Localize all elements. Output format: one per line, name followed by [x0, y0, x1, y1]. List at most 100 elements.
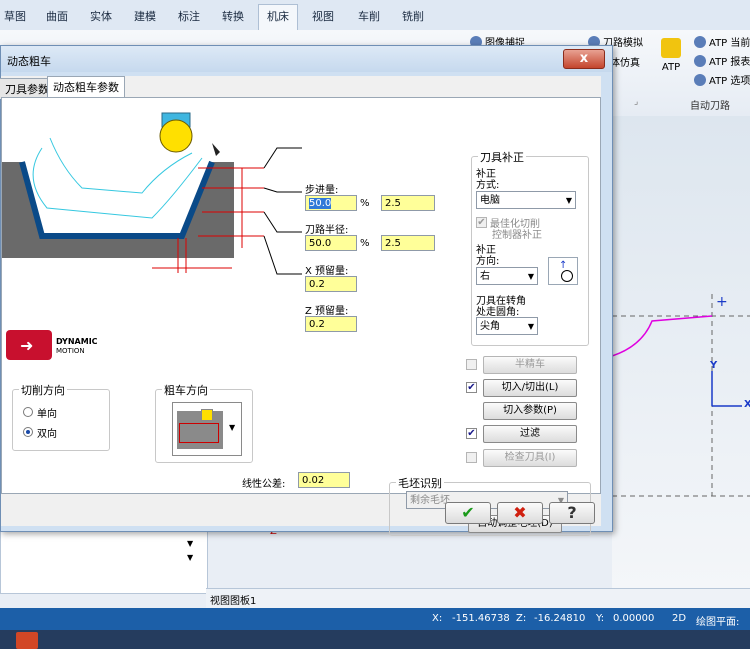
dynamic-rough-dialog: 动态粗车 x 刀具参数 动态粗车参数 步进量: 50.0 % 2.5 刀路半径:… [0, 45, 613, 536]
x-stock-label: X 预留量: [305, 266, 349, 277]
leader-z [263, 235, 302, 275]
optimize-label-2: 控制器补正 [492, 230, 542, 241]
one-way-radio[interactable] [23, 407, 33, 417]
cancel-button[interactable]: ✖ [497, 502, 543, 524]
comp-type-label-2: 方式: [476, 180, 500, 191]
semi-finish-button[interactable]: 半精车 [483, 356, 577, 374]
rough-direction-group: 粗车方向 ▼ [155, 382, 253, 463]
z-stock-input[interactable]: 0.2 [305, 316, 357, 332]
finish-profile [19, 160, 215, 239]
step-mm-input[interactable]: 2.5 [381, 195, 435, 211]
viewsheet-bar: 视图图板1 [206, 588, 750, 609]
check-tool-checkbox[interactable] [466, 452, 477, 463]
dialog-title: 动态粗车 [7, 55, 51, 68]
tab-solid[interactable]: 实体 [90, 8, 112, 24]
part-profile-line [611, 315, 713, 357]
lead-in-out-button[interactable]: 切入/切出(L) [483, 379, 577, 397]
optimize-checkbox[interactable]: ✔ [476, 217, 487, 228]
atp-button[interactable]: ATP [656, 34, 686, 82]
dialog-close-button[interactable]: x [563, 49, 605, 69]
path-radius-mm-input[interactable]: 2.5 [381, 235, 435, 251]
filter-button[interactable]: 过滤 [483, 425, 577, 443]
tab-transform[interactable]: 转换 [222, 8, 244, 24]
atp-options-icon [694, 74, 706, 86]
two-way-radio[interactable] [23, 427, 33, 437]
tab-machine[interactable]: 机床 [258, 4, 298, 32]
filter-checkbox[interactable]: ✔ [466, 428, 477, 439]
leader-step [263, 147, 302, 169]
check-icon: ✔ [461, 503, 475, 522]
chevron-down-icon: ▼ [527, 272, 534, 281]
y-axis-label: Y [710, 360, 718, 371]
tab-surface[interactable]: 曲面 [46, 8, 68, 24]
atp-current-button[interactable]: ATP 当前 [694, 34, 750, 49]
logo-text-motion: MOTION [56, 347, 85, 355]
one-way-label: 单向 [37, 409, 57, 420]
leader-radius [263, 187, 302, 193]
rough-direction-picker[interactable]: ▼ [172, 402, 242, 456]
chevron-down-icon: ▼ [565, 196, 572, 205]
scroll-down-icon-2[interactable]: ▼ [187, 553, 193, 562]
z-stock-label: Z 预留量: [305, 306, 349, 317]
dynamic-rough-params-panel: 步进量: 50.0 % 2.5 刀路半径: 50.0 % 2.5 X 预留量: … [1, 97, 601, 536]
toolpath-curve-1 [32, 147, 203, 219]
leader-x [263, 211, 302, 233]
rough-direction-icon [177, 409, 223, 449]
check-tool-button[interactable]: 检查刀具(I) [483, 449, 577, 467]
tab-annotate[interactable]: 标注 [178, 8, 200, 24]
plunge-params-button[interactable]: 切入参数(P) [483, 402, 577, 420]
help-button[interactable]: ? [549, 502, 595, 524]
x-stock-input[interactable]: 0.2 [305, 276, 357, 292]
comp-dir-label-2: 方向: [476, 256, 500, 267]
rough-illustration [2, 112, 302, 275]
scroll-down-icon[interactable]: ▼ [187, 539, 193, 548]
tab-model[interactable]: 建模 [134, 8, 156, 24]
logo-text-dynamic: DYNAMIC [56, 337, 98, 346]
atp-icon [661, 38, 681, 58]
atp-label: ATP [661, 62, 681, 73]
comp-dir-select[interactable]: 右 ▼ [476, 267, 538, 285]
rough-direction-title: 粗车方向 [162, 382, 210, 398]
group-launcher-icon[interactable]: ⌟ [634, 97, 638, 107]
tab-view[interactable]: 视图 [312, 8, 334, 24]
semi-finish-checkbox[interactable] [466, 359, 477, 370]
two-way-label: 双向 [37, 429, 57, 440]
tool-insert-icon [159, 119, 193, 153]
dynamic-motion-logo-icon: ➜ [6, 330, 52, 360]
taskbar [0, 630, 750, 649]
x-axis-label: X [744, 399, 750, 410]
corner-label-2: 处走圆角: [476, 307, 520, 318]
tab-turning[interactable]: 车削 [358, 8, 380, 24]
path-radius-unit: % [360, 238, 370, 249]
status-mode[interactable]: 2D [672, 613, 686, 624]
ok-button[interactable]: ✔ [445, 502, 491, 524]
graphics-viewport[interactable]: + Y X [611, 116, 750, 592]
mouse-cursor-icon [212, 143, 220, 156]
atp-report-icon [694, 55, 706, 67]
cut-direction-group: 切削方向 单向 双向 [12, 382, 110, 451]
tab-sketch[interactable]: 草图 [4, 8, 26, 24]
lead-in-out-checkbox[interactable]: ✔ [466, 382, 477, 393]
x-icon: ✖ [513, 503, 527, 522]
dialog-titlebar[interactable]: 动态粗车 [1, 46, 612, 72]
atp-current-icon [694, 36, 706, 48]
linear-tolerance-input[interactable]: 0.02 [298, 472, 350, 488]
atp-options-button[interactable]: ATP 选项 [694, 72, 750, 87]
status-x-value: -151.46738 [452, 613, 510, 624]
dialog-client: 刀具参数 动态粗车参数 步进量: 50.0 % 2.5 刀路半径: 50.0 %… [0, 76, 601, 536]
path-radius-label: 刀路半径: [305, 225, 349, 236]
step-pct-input[interactable]: 50.0 [305, 195, 357, 211]
path-radius-pct-input[interactable]: 50.0 [305, 235, 357, 251]
tab-milling[interactable]: 铣削 [402, 8, 424, 24]
viewsheet-tab[interactable]: 视图图板1 [210, 592, 256, 607]
operations-bottom-panel[interactable]: ▼ ▼ [0, 530, 208, 594]
comp-type-select[interactable]: 电脑 ▼ [476, 191, 576, 209]
atp-report-button[interactable]: ATP 报表 [694, 53, 750, 68]
origin-cross-icon: + [716, 294, 728, 310]
powerpoint-icon[interactable] [16, 632, 38, 649]
comp-dir-preview-icon: ↑ [548, 257, 578, 285]
tool-comp-group: 刀具补正 补正 方式: 电脑 ▼ ✔ 最佳化切削 控制器补正 补正 方向: 右 ▼ … [471, 149, 589, 346]
help-icon: ? [567, 503, 577, 522]
corner-select[interactable]: 尖角 ▼ [476, 317, 538, 335]
status-bar: X: -151.46738 Z: -16.24810 Y: 0.00000 2D… [0, 608, 750, 643]
